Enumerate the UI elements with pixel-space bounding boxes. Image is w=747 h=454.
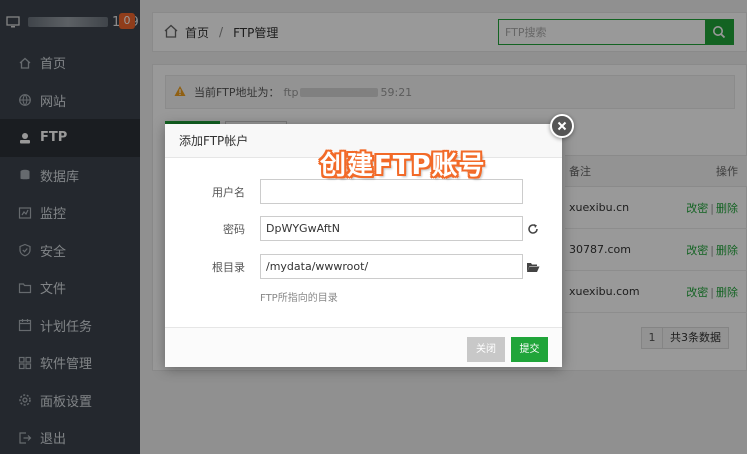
submit-button[interactable]: 提交 xyxy=(511,337,548,362)
dialog-close-button[interactable] xyxy=(550,114,574,138)
dialog-footer: 关闭 提交 xyxy=(165,327,562,367)
password-row: 密码 xyxy=(165,216,245,242)
close-button[interactable]: 关闭 xyxy=(467,337,505,362)
password-input[interactable] xyxy=(260,216,523,241)
username-row: 用户名 xyxy=(165,179,245,205)
root-dir-label: 根目录 xyxy=(212,261,245,274)
username-input[interactable] xyxy=(260,179,523,204)
root-dir-hint: FTP所指向的目录 xyxy=(260,293,338,304)
password-label: 密码 xyxy=(223,223,245,236)
username-label: 用户名 xyxy=(212,186,245,199)
root-dir-row: 根目录 xyxy=(165,254,245,280)
tutorial-caption: 创建FTP账号 xyxy=(320,151,486,181)
folder-open-icon[interactable] xyxy=(526,260,540,274)
root-dir-input[interactable] xyxy=(260,254,523,279)
close-icon xyxy=(557,121,567,131)
refresh-icon[interactable] xyxy=(526,222,540,236)
